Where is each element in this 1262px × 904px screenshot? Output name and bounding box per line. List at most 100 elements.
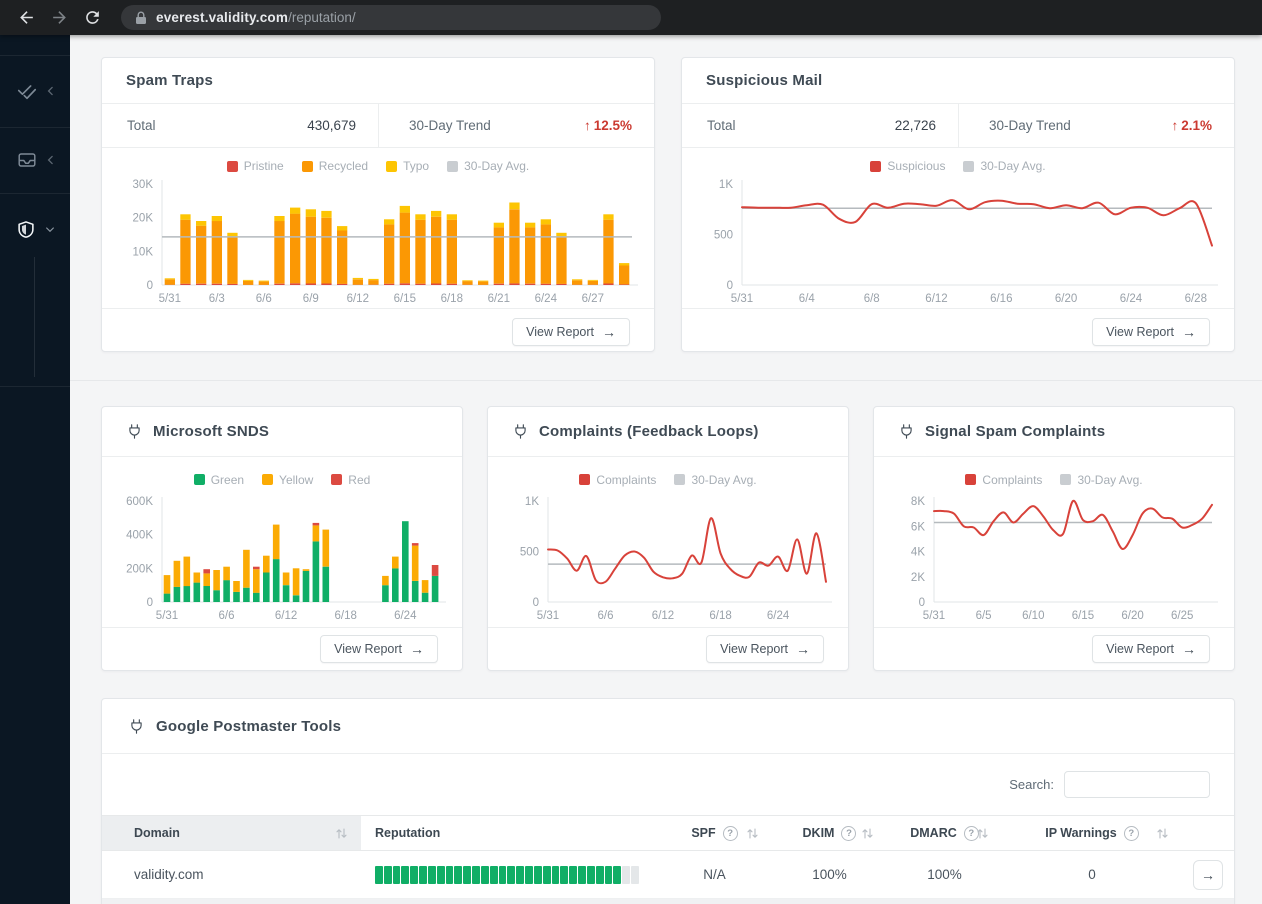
view-report-button[interactable]: View Report → (512, 318, 630, 346)
trend-value: ↑ 2.1% (1171, 118, 1212, 133)
help-icon[interactable]: ? (722, 825, 738, 841)
legend-swatch (963, 160, 975, 172)
legend-item: 30-Day Avg. (963, 159, 1046, 173)
reputation-segment (480, 865, 489, 884)
sidebar-item-inbox[interactable] (0, 138, 70, 182)
svg-text:6/5: 6/5 (976, 610, 992, 622)
dmarc-cell: 100% (927, 867, 962, 882)
main-content: Spam Traps Total 430,679 30-Day Trend ↑ 1… (70, 35, 1262, 904)
legend-swatch (447, 160, 459, 172)
browser-back-icon[interactable] (17, 8, 36, 27)
sort-icon[interactable] (976, 827, 989, 840)
column-header-spf[interactable]: SPF? (657, 816, 772, 850)
card-header: Google Postmaster Tools (102, 699, 1234, 754)
dkim-cell: 100% (812, 867, 847, 882)
column-header-reputation: Reputation (375, 826, 441, 840)
svg-text:0: 0 (533, 597, 539, 609)
reputation-segment (410, 865, 419, 884)
address-bar[interactable]: everest.validity.com/reputation/ (121, 5, 661, 30)
card-header: Signal Spam Complaints (874, 407, 1234, 457)
sort-icon[interactable] (861, 827, 874, 840)
column-header-dmarc[interactable]: DMARC? (887, 816, 1002, 850)
svg-text:6/28: 6/28 (1185, 293, 1207, 305)
svg-text:6/18: 6/18 (441, 293, 463, 305)
row-detail-button[interactable]: → (1193, 859, 1223, 890)
reputation-segment (445, 865, 454, 884)
table-row[interactable]: validity.com N/A 100% 100% 0 → (102, 851, 1234, 899)
help-icon[interactable]: ? (841, 825, 857, 841)
chart-legend: Pristine Recycled Typo 30-Day Avg. (116, 156, 640, 176)
sort-icon[interactable] (335, 827, 348, 840)
trend-value: ↑ 12.5% (583, 118, 632, 133)
plug-icon (129, 424, 140, 439)
browser-forward-icon[interactable] (50, 8, 69, 27)
legend-item: Complaints (579, 473, 656, 487)
spf-cell: N/A (703, 867, 726, 882)
column-header-dkim[interactable]: DKIM? (772, 816, 887, 850)
sort-icon[interactable] (1156, 827, 1169, 840)
domain-cell: validity.com (134, 867, 204, 882)
svg-text:6/21: 6/21 (488, 293, 510, 305)
svg-text:6/6: 6/6 (256, 293, 272, 305)
card-footer: View Report → (682, 308, 1234, 355)
sidebar (0, 35, 70, 904)
card-title: Signal Spam Complaints (925, 422, 1106, 440)
card-title: Complaints (Feedback Loops) (539, 422, 759, 440)
reputation-segment (622, 865, 631, 884)
sort-icon[interactable] (746, 827, 759, 840)
svg-text:400K: 400K (126, 529, 153, 541)
trend-up-icon: ↑ (1171, 118, 1179, 133)
column-header-domain[interactable]: Domain (102, 816, 361, 850)
view-report-button[interactable]: View Report → (320, 634, 438, 663)
svg-text:6/4: 6/4 (799, 293, 816, 305)
view-report-button[interactable]: View Report → (1092, 318, 1210, 346)
reputation-segment (375, 865, 383, 884)
chart-block: Complaints 30-Day Avg. 0 2K 4K 6K 8K 5/31 6/5 6/… (874, 457, 1234, 627)
table-search-input[interactable] (1064, 771, 1210, 798)
shield-icon (17, 221, 34, 238)
svg-text:6/20: 6/20 (1121, 610, 1143, 622)
signal-spam-card: Signal Spam Complaints Complaints 30-Day … (873, 406, 1235, 671)
svg-text:20K: 20K (133, 213, 154, 225)
stat-value: 430,679 (307, 118, 356, 133)
svg-text:0: 0 (147, 597, 153, 609)
chevron-down-icon (45, 227, 54, 233)
sidebar-item-reputation[interactable] (0, 208, 70, 252)
column-header-ip-warnings[interactable]: IP Warnings? (1002, 816, 1182, 850)
svg-text:0: 0 (919, 597, 925, 609)
legend-swatch (965, 474, 977, 486)
legend-swatch (226, 160, 238, 172)
legend-item: Yellow (262, 473, 313, 487)
spam-traps-card: Spam Traps Total 430,679 30-Day Trend ↑ 1… (101, 57, 655, 352)
postmaster-section: Google Postmaster Tools Search: Domain R… (70, 671, 1262, 904)
microsoft-snds-card: Microsoft SNDS Green Yellow Red 0 200K 400K 6… (101, 406, 463, 671)
reputation-segment (507, 865, 516, 884)
search-label: Search: (1009, 777, 1054, 792)
trend-stat: 30-Day Trend ↑ 2.1% (958, 104, 1234, 147)
stats-row: Total 430,679 30-Day Trend ↑ 12.5% (102, 104, 654, 148)
chart-block: Pristine Recycled Typo 30-Day Avg. 0 10K 20K 3… (102, 148, 654, 308)
sidebar-submenu-line (34, 257, 35, 377)
sidebar-item-validation[interactable] (0, 69, 70, 113)
legend-item: 30-Day Avg. (674, 473, 757, 487)
svg-text:5/31: 5/31 (156, 610, 178, 622)
browser-reload-icon[interactable] (83, 8, 102, 27)
reputation-segment (516, 865, 525, 884)
view-report-button[interactable]: View Report → (1092, 634, 1210, 663)
card-footer: View Report → (102, 626, 462, 670)
help-icon[interactable]: ? (1123, 825, 1139, 841)
svg-text:500: 500 (714, 230, 733, 242)
plug-icon (131, 718, 142, 734)
url-text: everest.validity.com/reputation/ (156, 9, 356, 27)
legend-swatch (579, 474, 591, 486)
browser-toolbar: everest.validity.com/reputation/ (0, 0, 1262, 35)
reputation-segment (489, 865, 498, 884)
legend-item: Typo (386, 159, 429, 173)
view-report-button[interactable]: View Report → (706, 634, 824, 663)
reputation-segment (472, 865, 480, 884)
stats-row: Total 22,726 30-Day Trend ↑ 2.1% (682, 104, 1234, 148)
svg-text:6/18: 6/18 (709, 610, 731, 622)
card-title: Microsoft SNDS (153, 422, 270, 440)
svg-text:30K: 30K (133, 179, 154, 191)
chart-block: Complaints 30-Day Avg. 0 500 1K 5/31 6/6 6/12 6… (488, 457, 848, 627)
